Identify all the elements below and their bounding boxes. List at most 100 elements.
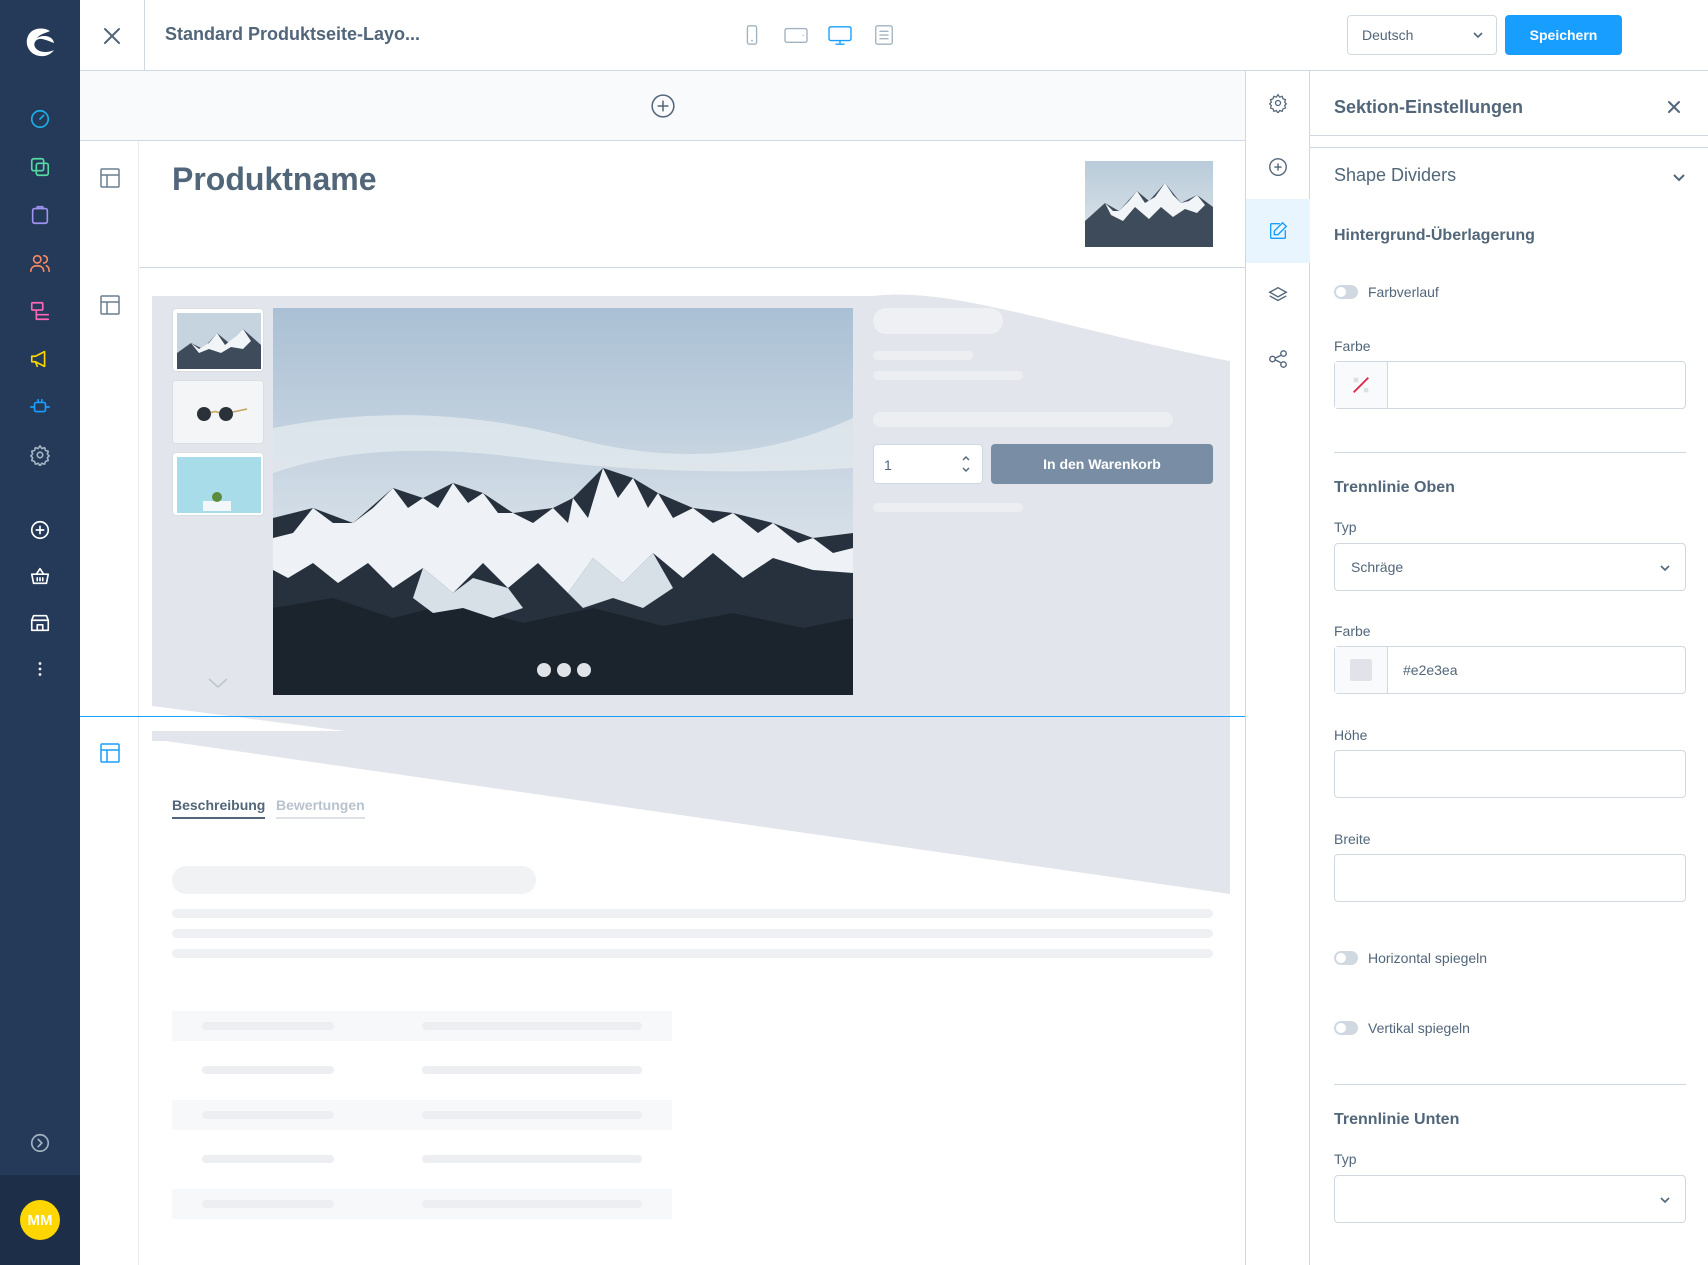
close-panel-icon[interactable]	[1662, 95, 1686, 119]
top-color-label: Farbe	[1334, 623, 1371, 639]
viewport-list-button[interactable]	[867, 20, 901, 50]
skeleton-line	[172, 929, 1213, 938]
add-section-icon[interactable]	[650, 93, 676, 119]
width-label: Breite	[1334, 831, 1371, 847]
editor-topbar: Standard Produktseite-Layo... Deutsch Sp…	[80, 0, 1708, 71]
layers-icon	[1268, 286, 1288, 302]
tab-bewertungen[interactable]: Bewertungen	[276, 797, 365, 819]
slider-dot[interactable]	[557, 663, 571, 677]
viewport-mobile-button[interactable]	[735, 20, 769, 50]
help-icon[interactable]	[26, 1129, 54, 1157]
gradient-label: Farbverlauf	[1368, 284, 1439, 300]
close-editor-button[interactable]	[80, 0, 145, 71]
skeleton-price	[873, 308, 1003, 334]
product-name: Produktname	[172, 161, 377, 197]
bottom-type-label: Typ	[1334, 1151, 1357, 1167]
tool-add-block-button[interactable]	[1246, 135, 1310, 199]
section-settings-panel: Sektion-Einstellungen Shape Dividers Hin…	[1310, 71, 1708, 1265]
skeleton-line	[202, 1066, 334, 1074]
stepper-arrows-icon[interactable]	[960, 453, 972, 475]
skeleton-line	[422, 1022, 642, 1030]
skeleton-line	[202, 1155, 334, 1163]
top-divider-heading: Trennlinie Oben	[1334, 479, 1455, 496]
product-image-slider[interactable]	[273, 308, 853, 695]
extensions-icon[interactable]	[26, 393, 54, 421]
desktop-icon	[828, 26, 852, 45]
add-section-bar[interactable]	[80, 71, 1245, 141]
marketing-icon[interactable]	[26, 345, 54, 373]
dashboard-icon[interactable]	[26, 105, 54, 133]
avatar[interactable]: MM	[20, 1200, 60, 1240]
flip-horizontal-toggle[interactable]	[1334, 951, 1358, 965]
share-icon	[1269, 350, 1287, 368]
product-thumbnail[interactable]	[172, 452, 264, 516]
height-label: Höhe	[1334, 727, 1368, 743]
product-manufacturer-image	[1085, 161, 1213, 247]
tool-share-button[interactable]	[1246, 327, 1310, 391]
top-type-label: Typ	[1334, 519, 1357, 535]
catalogue-icon[interactable]	[26, 153, 54, 181]
top-type-value: Schräge	[1351, 559, 1404, 575]
store-icon[interactable]	[26, 609, 54, 637]
edit-icon	[1269, 221, 1288, 240]
gradient-toggle[interactable]	[1334, 285, 1358, 299]
admin-sidebar: MM	[0, 0, 80, 1265]
skeleton-line	[172, 949, 1213, 958]
skeleton-line	[202, 1111, 334, 1119]
add-block-icon	[1269, 158, 1287, 176]
skeleton-line	[873, 412, 1173, 427]
panel-divider	[1310, 147, 1708, 148]
customers-icon[interactable]	[26, 249, 54, 277]
chevron-down-icon[interactable]	[1672, 171, 1686, 185]
panel-title: Sektion-Einstellungen	[1334, 97, 1524, 117]
tab-beschreibung[interactable]: Beschreibung	[172, 797, 266, 819]
height-input[interactable]	[1334, 750, 1686, 798]
slider-dot[interactable]	[537, 663, 551, 677]
viewport-tablet-button[interactable]	[779, 20, 813, 50]
bottom-type-select[interactable]	[1334, 1175, 1686, 1223]
quantity-value: 1	[884, 457, 892, 473]
color-swatch-fill	[1350, 659, 1372, 681]
top-type-select[interactable]: Schräge	[1334, 543, 1686, 591]
more-icon[interactable]	[26, 655, 54, 683]
color-swatch[interactable]	[1335, 647, 1388, 693]
product-thumbnail[interactable]	[172, 308, 264, 372]
product-thumbnail[interactable]	[172, 380, 264, 444]
section-layout-icon[interactable]	[98, 293, 122, 317]
tool-settings-button[interactable]	[1246, 71, 1310, 135]
chevron-down-icon[interactable]	[207, 676, 229, 690]
language-select[interactable]: Deutsch	[1347, 15, 1497, 55]
save-button[interactable]: Speichern	[1505, 15, 1622, 55]
section-selection-line	[80, 716, 1245, 717]
skeleton-line	[422, 1111, 642, 1119]
slider-dot[interactable]	[577, 663, 591, 677]
viewport-desktop-button[interactable]	[823, 20, 857, 50]
top-color-field[interactable]: #e2e3ea	[1334, 646, 1686, 694]
quantity-stepper[interactable]: 1	[873, 444, 983, 484]
skeleton-line	[202, 1200, 334, 1208]
tool-layers-button[interactable]	[1246, 263, 1310, 327]
settings-icon[interactable]	[26, 441, 54, 469]
layout-canvas: Produktname 1 In den Warenkorb Beschreib…	[80, 71, 1245, 1265]
shape-dividers-toggle[interactable]: Shape Dividers	[1334, 165, 1456, 186]
width-input[interactable]	[1334, 854, 1686, 902]
shopware-logo-icon[interactable]	[20, 22, 60, 62]
content-icon[interactable]	[26, 297, 54, 325]
color-swatch[interactable]	[1335, 362, 1388, 408]
overlay-color-field[interactable]	[1334, 361, 1686, 409]
tool-edit-button[interactable]	[1246, 199, 1310, 263]
orders-icon[interactable]	[26, 201, 54, 229]
flip-vertical-label: Vertikal spiegeln	[1368, 1020, 1470, 1036]
skeleton-line	[172, 909, 1213, 918]
section-layout-icon[interactable]	[98, 741, 122, 765]
gear-icon	[1268, 93, 1288, 113]
flip-vertical-toggle[interactable]	[1334, 1021, 1358, 1035]
section-divider-line	[139, 267, 1245, 268]
section-layout-icon[interactable]	[98, 166, 122, 190]
close-icon	[104, 27, 120, 44]
add-icon[interactable]	[26, 516, 54, 544]
basket-icon[interactable]	[26, 562, 54, 590]
skeleton-line	[202, 1022, 334, 1030]
chevron-down-icon	[1473, 32, 1483, 39]
add-to-cart-button[interactable]: In den Warenkorb	[991, 444, 1213, 484]
